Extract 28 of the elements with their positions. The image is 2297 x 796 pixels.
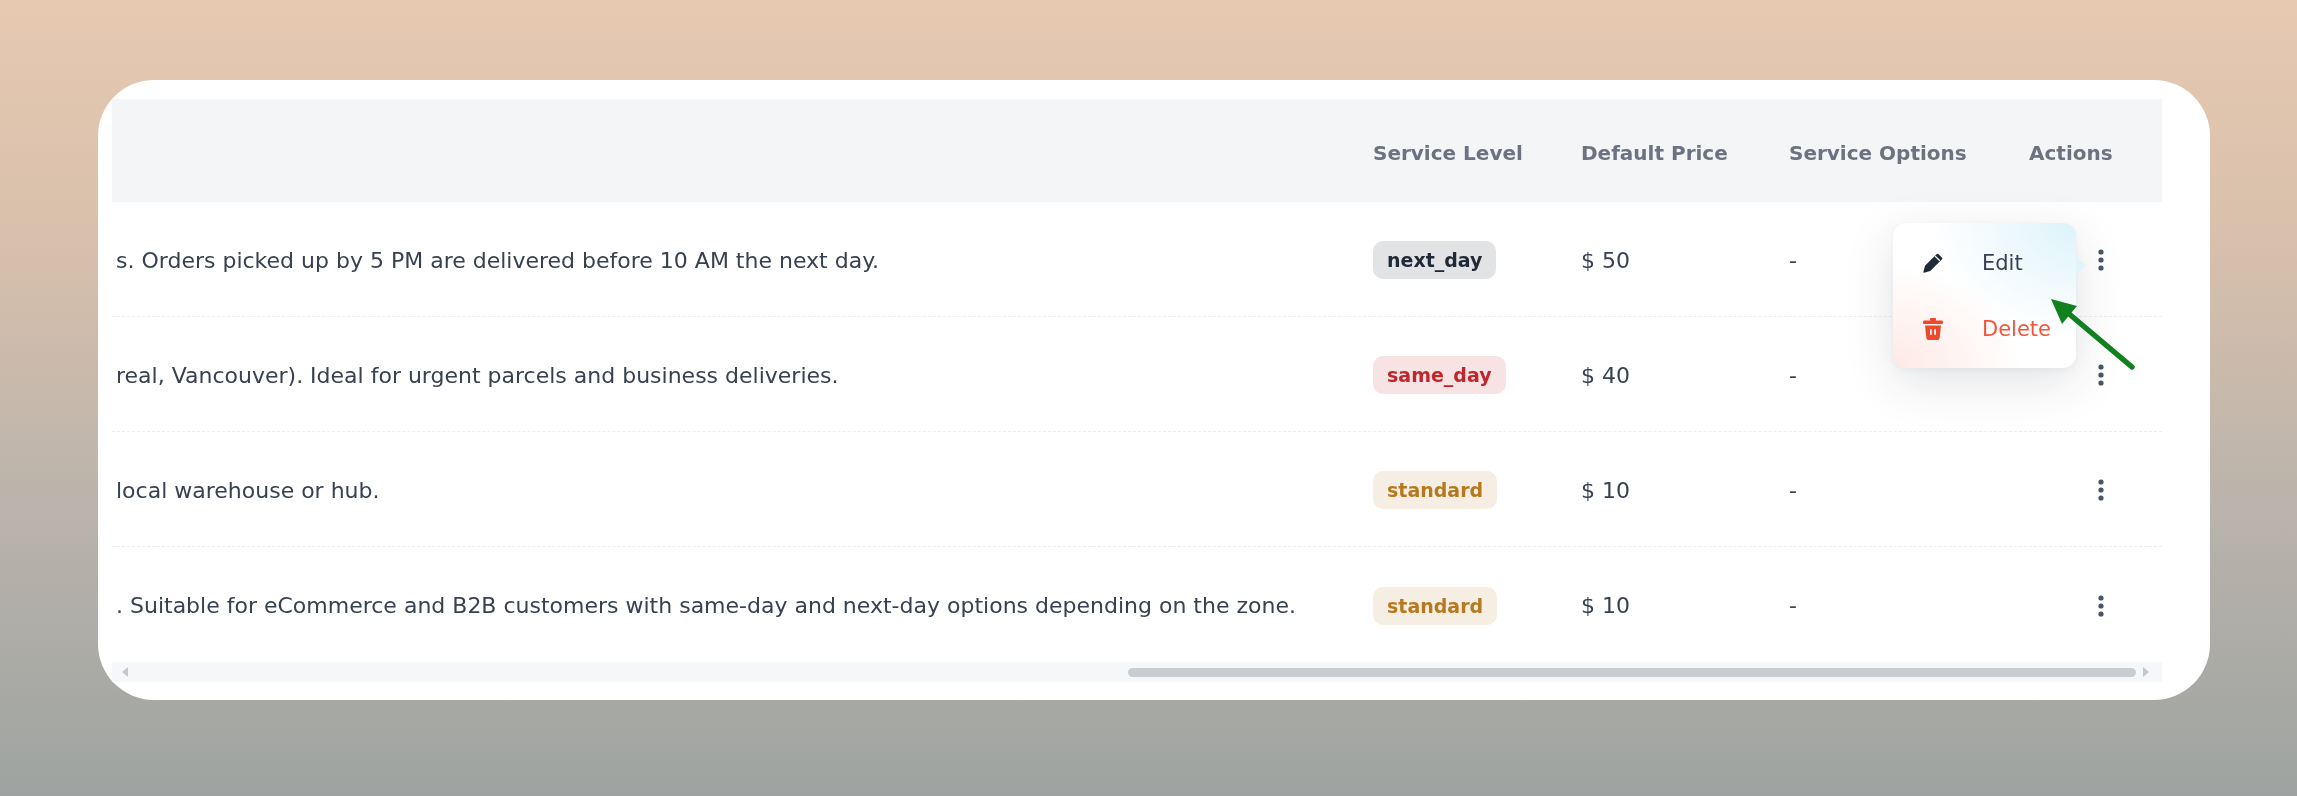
table-cell: $ 40 bbox=[1581, 362, 1630, 388]
table-cell: - bbox=[1789, 247, 1797, 273]
trash-icon bbox=[1923, 317, 1943, 340]
table-cell: - bbox=[1789, 362, 1797, 388]
menu-item[interactable]: Edit bbox=[1893, 233, 2076, 292]
service-level-badge: same_day bbox=[1373, 356, 1506, 394]
vertical-dots-icon bbox=[2098, 479, 2104, 501]
scrollbar-thumb[interactable] bbox=[1128, 667, 2136, 677]
column-header: Actions bbox=[2029, 140, 2114, 165]
table-cell: local warehouse or hub. bbox=[116, 477, 380, 503]
table-cell: $ 10 bbox=[1581, 477, 1630, 503]
vertical-dots-icon bbox=[2098, 594, 2104, 617]
column-header: Default Price bbox=[1581, 140, 1729, 165]
column-header: Service Options bbox=[1789, 140, 1968, 165]
column-header: Service Level bbox=[1373, 140, 1524, 165]
table-cell: $ 10 bbox=[1581, 593, 1630, 618]
service-level-badge: standard bbox=[1373, 586, 1498, 625]
table-cell: . Suitable for eCommerce and B2B customers with same-day and next-day options depending on the zone. bbox=[116, 593, 1296, 618]
table-cell: $ 50 bbox=[1581, 247, 1630, 273]
table-cell: - bbox=[1789, 593, 1797, 618]
table-cell: - bbox=[1789, 477, 1797, 503]
service-level-badge: standard bbox=[1373, 471, 1498, 509]
vertical-dots-icon bbox=[2098, 249, 2104, 271]
table-cell: real, Vancouver). Ideal for urgent parcels and business deliveries. bbox=[116, 362, 839, 388]
pencil-icon bbox=[1923, 252, 1943, 273]
table-cell: s. Orders picked up by 5 PM are delivered before 10 AM the next day. bbox=[116, 247, 880, 273]
vertical-dots-icon bbox=[2098, 364, 2104, 386]
service-level-badge: next_day bbox=[1373, 241, 1497, 279]
